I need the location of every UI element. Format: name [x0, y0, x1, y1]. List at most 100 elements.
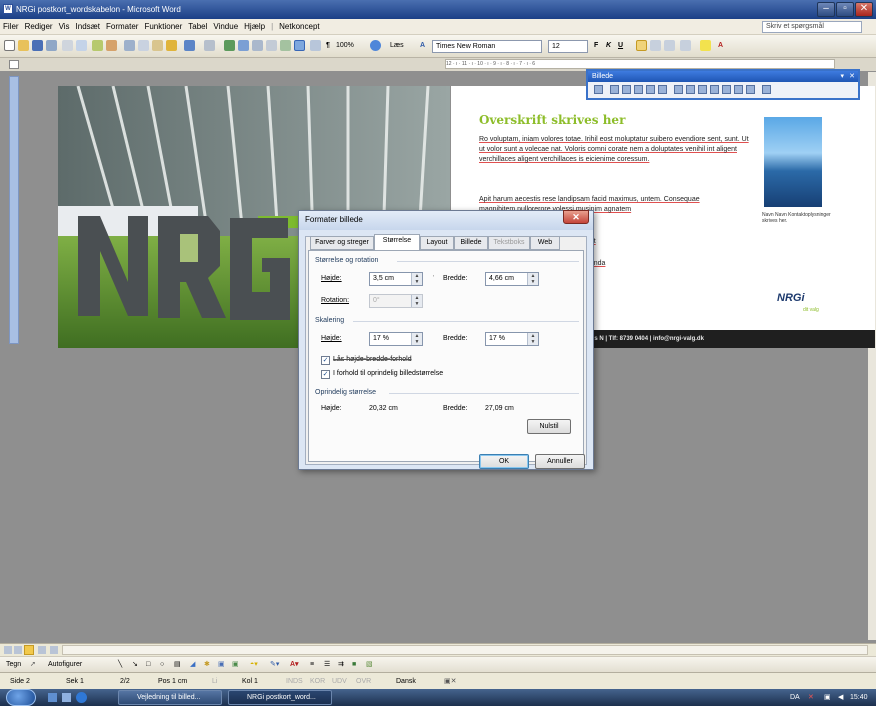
copy-icon[interactable]	[138, 40, 149, 51]
line-color-icon[interactable]: ✎▾	[270, 657, 279, 673]
format-picture-icon[interactable]	[734, 85, 743, 94]
status-mode-ovr[interactable]: OVR	[356, 673, 371, 690]
shadow-icon[interactable]: ■	[352, 657, 356, 673]
show-desktop-icon[interactable]	[48, 693, 57, 702]
scale-width-input[interactable]: 17 % ▲ ▼	[485, 332, 539, 346]
postcard-heading[interactable]: Overskrift skrives her	[479, 113, 625, 127]
format-painter-icon[interactable]	[166, 40, 177, 51]
menu-netkoncept[interactable]: Netkoncept	[276, 19, 322, 35]
diagram-icon[interactable]: ✱	[204, 657, 210, 673]
save-icon[interactable]	[32, 40, 43, 51]
line-icon[interactable]: ╲	[118, 657, 122, 673]
more-brightness-icon[interactable]	[646, 85, 655, 94]
font-size-combo[interactable]: 12	[548, 40, 588, 53]
insert-excel-icon[interactable]	[266, 40, 277, 51]
insert-picture-icon[interactable]	[594, 85, 603, 94]
text-wrapping-icon[interactable]	[722, 85, 731, 94]
lock-aspect-checkbox[interactable]: ✓	[321, 356, 330, 365]
tab-layout[interactable]: Layout	[420, 236, 454, 250]
close-window-button[interactable]: ✕	[855, 2, 873, 17]
menu-vis[interactable]: Vis	[56, 19, 73, 35]
tray-display-icon[interactable]: ▣	[824, 689, 831, 706]
arrow-icon[interactable]: ↘	[132, 657, 138, 673]
align-center-icon[interactable]	[650, 40, 661, 51]
reset-button[interactable]: Nulstil	[527, 419, 571, 434]
scale-height-input[interactable]: 17 % ▲ ▼	[369, 332, 423, 346]
font-name-combo[interactable]: Times New Roman	[432, 40, 542, 53]
styles-icon[interactable]: A	[420, 39, 425, 52]
reset-picture-icon[interactable]	[762, 85, 771, 94]
status-mode-inds[interactable]: INDS	[286, 673, 303, 690]
more-contrast-icon[interactable]	[622, 85, 631, 94]
horizontal-ruler[interactable]: 12 · ı · 11 · ı · 10 · ı · 9 · ı · 8 · ı…	[445, 59, 835, 69]
width-spin-arrows[interactable]: ▲ ▼	[527, 273, 538, 285]
start-button[interactable]	[6, 689, 36, 706]
print-preview-icon[interactable]	[76, 40, 87, 51]
cut-icon[interactable]	[124, 40, 135, 51]
set-transparent-color-icon[interactable]	[746, 85, 755, 94]
ok-button[interactable]: OK	[479, 454, 529, 469]
spelling-icon[interactable]	[92, 40, 103, 51]
tab-picture[interactable]: Billede	[454, 236, 488, 250]
outline-view-icon[interactable]	[38, 646, 46, 654]
bold-button[interactable]: F	[594, 39, 598, 52]
read-mode-button[interactable]: Læs	[390, 39, 404, 52]
taskbar-item-word[interactable]: NRGi postkort_word...	[228, 690, 332, 705]
tab-size[interactable]: Størrelse	[374, 234, 420, 251]
tab-colors-lines[interactable]: Farver og streger	[310, 236, 374, 250]
height-input[interactable]: 3,5 cm ▲ ▼	[369, 272, 423, 286]
language-indicator[interactable]: DA	[790, 689, 800, 706]
crop-icon[interactable]	[674, 85, 683, 94]
3d-icon[interactable]: ▧	[366, 657, 373, 673]
menu-filer[interactable]: Filer	[0, 19, 22, 35]
help-icon[interactable]	[370, 40, 381, 51]
width-input[interactable]: 4,66 cm ▲ ▼	[485, 272, 539, 286]
research-icon[interactable]	[106, 40, 117, 51]
wordart-icon[interactable]: ◢	[190, 657, 195, 673]
menu-funktioner[interactable]: Funktioner	[141, 19, 185, 35]
drawing-icon[interactable]	[294, 40, 305, 51]
relative-original-checkbox[interactable]: ✓	[321, 370, 330, 379]
autoshapes-menu[interactable]: Autofigurer	[48, 657, 82, 673]
select-objects-icon[interactable]: ➚	[30, 657, 36, 673]
arrow-style-icon[interactable]: ⇉	[338, 657, 344, 673]
color-icon[interactable]	[610, 85, 619, 94]
tables-borders-icon[interactable]	[238, 40, 249, 51]
sea-image[interactable]	[764, 117, 822, 207]
highlight-icon[interactable]	[700, 40, 711, 51]
align-left-icon[interactable]	[636, 40, 647, 51]
reading-view-icon[interactable]	[50, 646, 58, 654]
new-doc-icon[interactable]	[4, 40, 15, 51]
horizontal-scrollbar[interactable]	[62, 645, 868, 655]
tray-volume-icon[interactable]: ◀	[838, 689, 843, 706]
print-icon[interactable]	[62, 40, 73, 51]
compress-pictures-icon[interactable]	[710, 85, 719, 94]
dialog-titlebar[interactable]: Formater billede	[299, 211, 593, 230]
tray-network-icon[interactable]: ✕	[808, 689, 814, 706]
undo-icon[interactable]	[184, 40, 195, 51]
explorer-quicklaunch-icon[interactable]	[62, 693, 71, 702]
align-right-icon[interactable]	[664, 40, 675, 51]
status-language[interactable]: Dansk	[396, 673, 416, 690]
draw-font-color-icon[interactable]: A▾	[290, 657, 299, 673]
contact-caption[interactable]: Navn Navn Kontaktoplysninger skrives her…	[762, 212, 832, 224]
permission-icon[interactable]	[46, 40, 57, 51]
rotate-left-icon[interactable]	[686, 85, 695, 94]
draw-menu[interactable]: Tegn	[6, 657, 21, 673]
textbox-icon[interactable]: ▤	[174, 657, 181, 673]
columns-icon[interactable]	[280, 40, 291, 51]
menu-rediger[interactable]: Rediger	[22, 19, 56, 35]
font-color-icon[interactable]: A	[718, 39, 723, 52]
paste-icon[interactable]	[152, 40, 163, 51]
minimize-button[interactable]: –	[817, 2, 835, 17]
print-view-icon[interactable]	[24, 645, 34, 655]
less-brightness-icon[interactable]	[658, 85, 667, 94]
border-icon[interactable]	[680, 40, 691, 51]
less-contrast-icon[interactable]	[634, 85, 643, 94]
scale-width-spin-arrows[interactable]: ▲ ▼	[527, 333, 538, 345]
maximize-button[interactable]: ▫	[836, 2, 854, 17]
dash-style-icon[interactable]: ☰	[324, 657, 330, 673]
spelling-status-icon[interactable]: ▣✕	[444, 673, 456, 690]
redo-icon[interactable]	[204, 40, 215, 51]
dialog-close-button[interactable]: ✕	[563, 210, 589, 224]
